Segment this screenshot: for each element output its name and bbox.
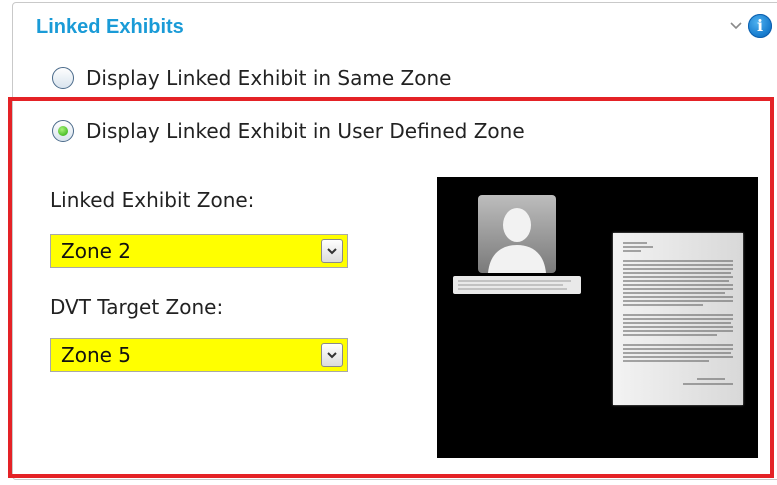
document-page-thumbnail (613, 233, 743, 405)
radio-button-user-defined-zone[interactable] (52, 120, 74, 142)
panel-title: Linked Exhibits (36, 16, 184, 38)
person-silhouette-icon (478, 195, 556, 273)
chevron-down-icon[interactable] (728, 18, 744, 34)
radio-user-defined-zone[interactable]: Display Linked Exhibit in User Defined Z… (52, 119, 525, 143)
chevron-down-icon[interactable] (321, 239, 343, 263)
dvt-target-zone-label: DVT Target Zone: (50, 295, 224, 319)
radio-label-same-zone: Display Linked Exhibit in Same Zone (86, 66, 452, 90)
dvt-target-zone-value: Zone 5 (61, 343, 131, 367)
chevron-down-icon[interactable] (321, 343, 343, 367)
exhibit-caption-thumbnail (453, 276, 581, 294)
zone-layout-preview (437, 177, 758, 458)
dvt-target-zone-select[interactable]: Zone 5 (50, 338, 348, 372)
radio-label-user-defined-zone: Display Linked Exhibit in User Defined Z… (86, 119, 525, 143)
linked-exhibit-zone-label: Linked Exhibit Zone: (50, 188, 255, 212)
radio-same-zone[interactable]: Display Linked Exhibit in Same Zone (52, 66, 451, 90)
linked-exhibit-zone-value: Zone 2 (61, 239, 131, 263)
info-icon[interactable]: i (748, 14, 772, 38)
linked-exhibit-zone-select[interactable]: Zone 2 (50, 234, 348, 268)
radio-button-same-zone[interactable] (52, 67, 74, 89)
